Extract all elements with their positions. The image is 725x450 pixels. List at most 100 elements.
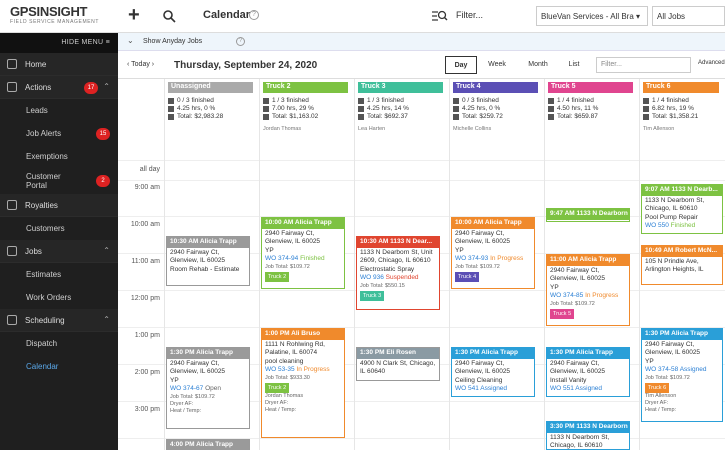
- sidebar-item-customers[interactable]: Customers: [0, 217, 118, 240]
- event-card[interactable]: 1:30 PM Alicia Trapp 2940 Fairway Ct, Gl…: [641, 328, 723, 422]
- calendar-filter-input[interactable]: Filter...: [596, 57, 691, 73]
- hide-menu-button[interactable]: HIDE MENU ≡: [0, 33, 118, 53]
- view-list-button[interactable]: List: [563, 56, 585, 74]
- work-order-link[interactable]: WO 374-67: [170, 385, 203, 392]
- sidebar-item-jobs[interactable]: Jobs ⌃: [0, 240, 118, 263]
- work-order-link[interactable]: WO 550: [645, 222, 669, 229]
- home-icon: [7, 59, 17, 69]
- work-order-link[interactable]: WO 374-94: [265, 255, 298, 262]
- sidebar-item-actions[interactable]: Actions 17 ⌃: [0, 76, 118, 99]
- event-address: 4900 N Clark St, Chicago, IL 60640: [360, 359, 436, 376]
- time-label: 1:00 pm: [134, 332, 160, 339]
- anyday-bar[interactable]: ⌄ Show Anyday Jobs ?: [118, 33, 725, 51]
- advanced-link[interactable]: Advanced: [698, 60, 725, 66]
- event-name: Robert McN...: [675, 247, 718, 254]
- column-stat-finished: 1 / 3 finished: [263, 97, 309, 105]
- event-card[interactable]: 1:30 PM Alicia Trapp 2940 Fairway Ct, Gl…: [451, 347, 535, 397]
- event-desc: Install Vanity: [550, 376, 587, 384]
- column-stat-total: Total: $1,163.02: [263, 113, 318, 121]
- event-desc: Room Rehab - Estimate: [170, 265, 240, 273]
- event-card[interactable]: 9:07 AM 1133 N Dearb... 1133 N Dearborn …: [641, 184, 723, 234]
- column-header[interactable]: Truck 5: [548, 82, 633, 93]
- event-card[interactable]: 10:49 AM Robert McN... 105 N Prindle Ave…: [641, 245, 723, 285]
- chevron-down-icon[interactable]: ⌄: [127, 36, 134, 45]
- sidebar-item-job-alerts[interactable]: Job Alerts 15: [0, 122, 118, 145]
- event-card[interactable]: 9:47 AM 1133 N Dearborn: [546, 208, 630, 222]
- sidebar-item-exemptions[interactable]: Exemptions: [0, 145, 118, 168]
- help-icon[interactable]: ?: [236, 37, 245, 46]
- column-header[interactable]: Truck 6: [643, 82, 719, 93]
- work-order-link[interactable]: WO 541: [455, 385, 479, 392]
- logo[interactable]: GPSINSIGHT FIELD SERVICE MANAGEMENT: [0, 0, 118, 33]
- sidebar-item-work-orders[interactable]: Work Orders: [0, 286, 118, 309]
- jobs-select[interactable]: All Jobs: [652, 6, 725, 26]
- event-time: 9:47 AM: [550, 210, 575, 217]
- column-header[interactable]: Truck 4: [453, 82, 538, 93]
- event-card[interactable]: 10:00 AM Alicia Trapp 2940 Fairway Ct, G…: [261, 217, 345, 289]
- column-stat-finished: 0 / 3 finished: [453, 97, 499, 105]
- event-heat: Heat / Temp:: [265, 407, 297, 413]
- hide-menu-label: HIDE MENU: [61, 39, 104, 46]
- work-order-link[interactable]: WO 374-93: [455, 255, 488, 262]
- sidebar-item-royalties[interactable]: Royalties: [0, 194, 118, 217]
- event-card[interactable]: 1:30 PM Alicia Trapp 2940 Fairway Ct, Gl…: [546, 347, 630, 397]
- work-order-link[interactable]: WO 374-85: [550, 292, 583, 299]
- event-dryer: Dryer AF:: [265, 400, 289, 406]
- event-header: 9:07 AM 1133 N Dearb...: [642, 185, 722, 196]
- event-total: Job Total: $933.30: [265, 374, 310, 381]
- event-card[interactable]: 4:00 PM Alicia Trapp: [166, 439, 250, 450]
- branch-select[interactable]: BlueVan Services - All Bra ▾: [536, 6, 648, 26]
- sidebar-item-dispatch[interactable]: Dispatch: [0, 332, 118, 355]
- sidebar-item-leads[interactable]: Leads: [0, 99, 118, 122]
- customer-portal-badge: 2: [96, 175, 110, 187]
- column-driver: Tim Allenson: [643, 126, 675, 132]
- event-card[interactable]: 11:00 AM Alicia Trapp 2940 Fairway Ct, G…: [546, 254, 630, 326]
- event-address: 2940 Fairway Ct, Glenview, IL 60025: [170, 359, 226, 376]
- filter-search-icon[interactable]: [432, 9, 448, 23]
- event-total: Job Total: $109.72: [170, 393, 215, 400]
- event-card[interactable]: 1:00 PM Ali Bruso 1111 N Rohlwing Rd, Pa…: [261, 328, 345, 438]
- event-name: Alicia Trapp: [196, 441, 234, 448]
- work-order-link[interactable]: WO 551: [550, 385, 574, 392]
- search-icon[interactable]: [162, 9, 176, 23]
- event-yp: YP: [265, 246, 274, 254]
- event-body: 2940 Fairway Ct, Glenview, IL 60025 YP WO …: [452, 229, 534, 284]
- column-header[interactable]: Truck 3: [358, 82, 443, 93]
- sidebar-item-label: Royalties: [25, 200, 58, 210]
- column-header[interactable]: Unassigned: [168, 82, 253, 93]
- sidebar-item-calendar[interactable]: Calendar: [0, 355, 118, 378]
- column-stat-total: Total: $692.37: [358, 113, 408, 121]
- event-card[interactable]: 3:30 PM 1133 N Dearborn 1133 N Dearborn …: [546, 421, 630, 450]
- event-time: 1:30 PM: [645, 330, 670, 337]
- sidebar-item-scheduling[interactable]: Scheduling ⌃: [0, 309, 118, 332]
- event-body: 2940 Fairway Ct, Glenview, IL 60025 Insta…: [547, 359, 629, 395]
- event-name: Eli Rosen: [386, 349, 417, 356]
- global-filter-input[interactable]: Filter...: [456, 10, 483, 20]
- view-day-button[interactable]: Day: [445, 56, 477, 74]
- view-month-button[interactable]: Month: [520, 56, 556, 74]
- event-name: 1133 N Dear...: [390, 238, 433, 245]
- event-address: 2940 Fairway Ct, Glenview, IL 60025: [455, 229, 511, 246]
- sidebar-item-estimates[interactable]: Estimates: [0, 263, 118, 286]
- show-anyday-jobs-label[interactable]: Show Anyday Jobs: [143, 38, 202, 45]
- column-header[interactable]: Truck 2: [263, 82, 348, 93]
- view-week-button[interactable]: Week: [482, 56, 512, 74]
- today-button[interactable]: ‹ Today ›: [127, 61, 154, 68]
- work-order-link[interactable]: WO 936: [360, 274, 384, 281]
- work-order-link[interactable]: WO 53-35: [265, 366, 295, 373]
- event-card[interactable]: 10:00 AM Alicia Trapp 2940 Fairway Ct, G…: [451, 217, 535, 289]
- sidebar-item-home[interactable]: Home: [0, 53, 118, 76]
- column-stat-finished: 1 / 4 finished: [548, 97, 594, 105]
- add-icon[interactable]: +: [128, 5, 140, 25]
- work-order-link[interactable]: WO 374-58: [645, 366, 678, 373]
- event-total: Job Total: $109.72: [645, 374, 690, 381]
- event-card[interactable]: 10:30 AM 1133 N Dear... 1133 N Dearborn …: [356, 236, 440, 310]
- event-card[interactable]: 1:30 PM Eli Rosen 4900 N Clark St, Chica…: [356, 347, 440, 381]
- event-card[interactable]: 1:30 PM Alicia Trapp 2940 Fairway Ct, Gl…: [166, 347, 250, 429]
- help-icon[interactable]: ?: [249, 10, 259, 20]
- truck-tag: Truck 6: [645, 382, 670, 393]
- sidebar-item-label: Exemptions: [26, 152, 68, 161]
- event-body: 2940 Fairway Ct, Glenview, IL 60025 YP WO …: [547, 266, 629, 321]
- event-card[interactable]: 10:30 AM Alicia Trapp 2940 Fairway Ct, G…: [166, 236, 250, 286]
- sidebar-item-customer-portal[interactable]: Customer Portal 2: [0, 168, 118, 194]
